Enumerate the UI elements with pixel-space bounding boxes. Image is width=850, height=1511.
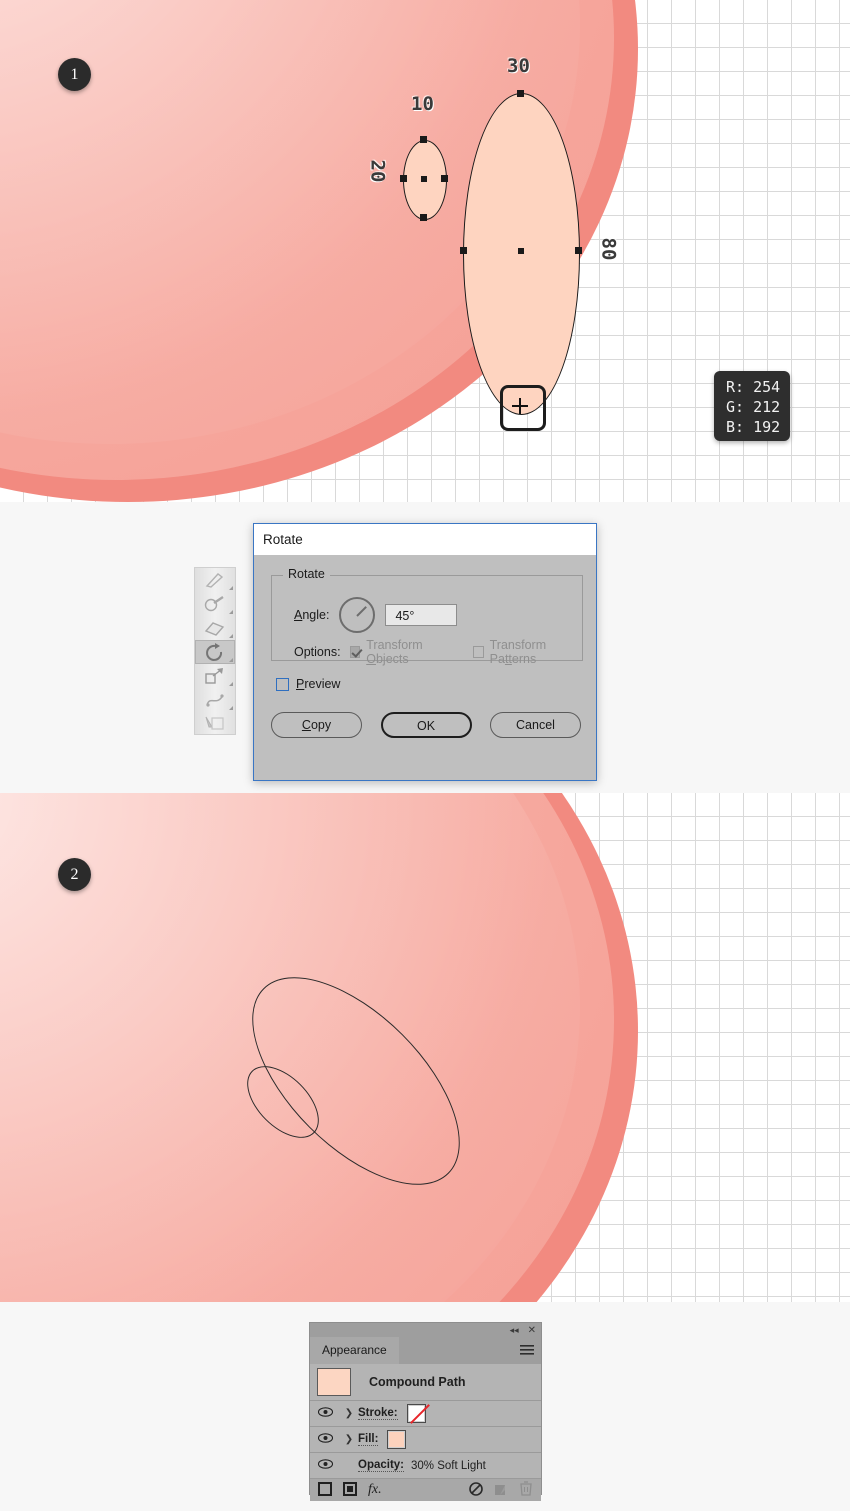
tool-palette[interactable] — [194, 567, 236, 735]
center-point — [421, 176, 427, 182]
anchor-point[interactable] — [420, 136, 427, 143]
rgb-r-line: R: 254 — [726, 378, 781, 396]
measurement-label-20: 20 — [366, 159, 389, 183]
preview-row[interactable]: Preview — [276, 677, 340, 691]
transform-patterns-checkbox[interactable] — [472, 646, 484, 658]
appearance-row-fill[interactable]: ❯ Fill: — [310, 1427, 541, 1453]
measurement-label-10: 10 — [411, 93, 434, 115]
transform-objects-label: Transform Objects — [366, 638, 423, 666]
clear-appearance-button[interactable] — [469, 1481, 483, 1499]
stroke-label: Stroke: — [358, 1407, 398, 1420]
preview-label: Preview — [296, 677, 341, 691]
transform-patterns-label: Transform Patterns — [489, 638, 547, 666]
free-transform-tool[interactable] — [195, 712, 235, 736]
dialog-body: Rotate Angle: 45° Options: Transform Obj… — [254, 555, 596, 781]
appearance-object-row[interactable]: Compound Path — [310, 1364, 541, 1401]
dialog-title: Rotate — [263, 532, 303, 547]
angle-row: Angle: 45° — [294, 597, 458, 633]
fill-swatch[interactable] — [387, 1430, 407, 1449]
warp-tool[interactable] — [195, 688, 235, 712]
angle-dial-hand — [356, 606, 368, 617]
dialog-button-row: Copy OK Cancel — [271, 712, 581, 738]
rotate-tool[interactable] — [195, 640, 235, 664]
object-title: Compound Path — [369, 1375, 466, 1389]
object-thumbnail — [317, 1368, 351, 1396]
ok-button[interactable]: OK — [380, 712, 472, 738]
measurement-label-80: 80 — [597, 237, 620, 261]
angle-label: Angle: — [294, 608, 330, 622]
add-new-stroke-button[interactable] — [318, 1481, 332, 1499]
appearance-footer: fx. — [310, 1479, 541, 1501]
rgb-g-line: G: 212 — [726, 398, 781, 416]
chevron-right-icon[interactable]: ❯ — [340, 1434, 358, 1445]
close-icon[interactable]: ✕ — [528, 1325, 536, 1336]
anchor-point[interactable] — [441, 175, 448, 182]
duplicate-item-button[interactable] — [494, 1482, 508, 1499]
delete-item-button[interactable] — [519, 1481, 533, 1499]
canvas-step-1[interactable]: 1 10 20 30 80 R: 254 G: 212 B: 192 — [0, 0, 850, 502]
options-row: Options: Transform Objects Transform Pat… — [280, 638, 582, 666]
chevron-right-icon[interactable]: ❯ — [340, 1408, 358, 1419]
anchor-point[interactable] — [460, 247, 467, 254]
anchor-point[interactable] — [517, 90, 524, 97]
panel-topbar: ◂◂ ✕ — [310, 1323, 541, 1337]
panel-tabbar: Appearance — [310, 1337, 541, 1364]
opacity-label: Opacity: — [358, 1459, 405, 1472]
appearance-row-stroke[interactable]: ❯ Stroke: — [310, 1401, 541, 1427]
appearance-row-opacity[interactable]: Opacity: 30% Soft Light — [310, 1453, 541, 1479]
dialog-titlebar: Rotate — [254, 524, 596, 555]
add-new-fill-button[interactable] — [343, 1481, 357, 1499]
rotate-fieldset: Rotate Angle: 45° Options: Transform Obj… — [271, 567, 583, 666]
add-effect-button[interactable]: fx. — [368, 1482, 382, 1498]
rotation-origin-icon[interactable] — [512, 398, 528, 414]
measurement-label-30: 30 — [507, 55, 530, 77]
fieldset-legend: Rotate — [283, 567, 330, 581]
canvas-step-2[interactable]: 2 — [0, 793, 850, 1302]
tool-expand-arrow[interactable] — [229, 634, 233, 638]
tool-expand-arrow[interactable] — [229, 682, 233, 686]
panel-menu-icon[interactable] — [520, 1345, 534, 1359]
fill-label: Fill: — [358, 1433, 379, 1446]
anchor-point[interactable] — [575, 247, 582, 254]
visibility-eye-icon[interactable] — [310, 1407, 340, 1420]
rgb-b-line: B: 192 — [726, 418, 781, 436]
angle-input[interactable]: 45° — [385, 604, 458, 626]
anchor-point[interactable] — [420, 214, 427, 221]
stroke-swatch-none[interactable] — [406, 1404, 426, 1423]
step-badge-2: 2 — [58, 858, 91, 891]
cancel-button[interactable]: Cancel — [490, 712, 581, 738]
copy-button[interactable]: Copy — [271, 712, 362, 738]
tab-appearance[interactable]: Appearance — [310, 1337, 399, 1364]
angle-dial[interactable] — [339, 597, 376, 633]
center-point — [518, 248, 524, 254]
options-label: Options: — [294, 645, 341, 659]
paintbrush-tool[interactable] — [195, 568, 235, 592]
appearance-panel[interactable]: ◂◂ ✕ Appearance Compound Path ❯ Stroke: … — [309, 1322, 542, 1501]
tool-expand-arrow[interactable] — [229, 658, 233, 662]
step-badge-1: 1 — [58, 58, 91, 91]
opacity-value[interactable]: 30% Soft Light — [411, 1460, 486, 1472]
tool-expand-arrow[interactable] — [229, 610, 233, 614]
transform-objects-checkbox[interactable] — [349, 646, 361, 658]
tool-expand-arrow[interactable] — [229, 706, 233, 710]
smooth-tool[interactable] — [195, 592, 235, 616]
scale-tool[interactable] — [195, 664, 235, 688]
anchor-point[interactable] — [400, 175, 407, 182]
visibility-eye-icon[interactable] — [310, 1433, 340, 1446]
eraser-tool[interactable] — [195, 616, 235, 640]
large-ellipse-shape[interactable] — [463, 93, 580, 415]
rgb-color-readout: R: 254 G: 212 B: 192 — [714, 371, 790, 441]
rotate-dialog[interactable]: Rotate Rotate Angle: 45° Options: Transf… — [253, 523, 597, 781]
collapse-icon[interactable]: ◂◂ — [510, 1325, 519, 1336]
preview-checkbox[interactable] — [276, 677, 289, 691]
tool-expand-arrow[interactable] — [229, 586, 233, 590]
visibility-eye-icon[interactable] — [310, 1459, 340, 1472]
